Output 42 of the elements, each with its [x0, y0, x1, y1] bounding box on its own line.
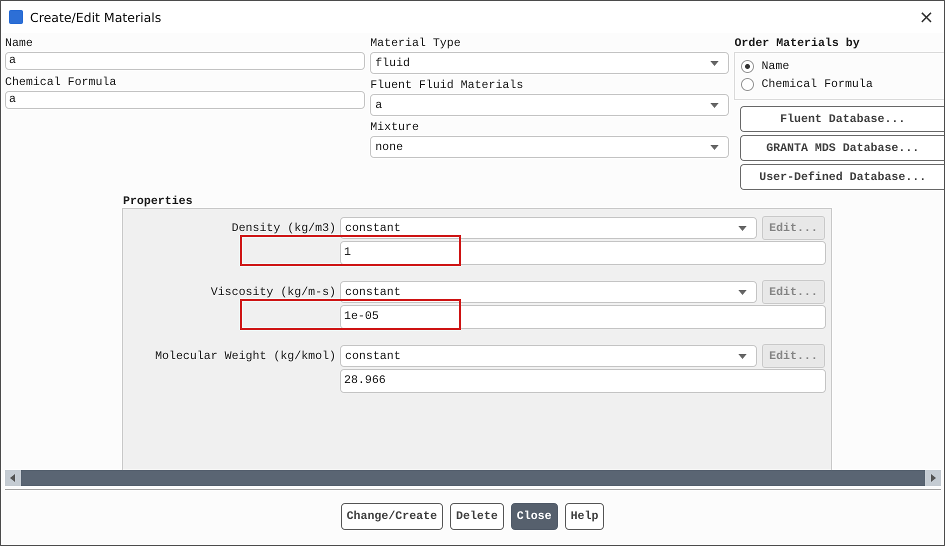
value-field[interactable]: 1e-05: [340, 305, 826, 329]
caret-icon: [738, 354, 747, 358]
property-label: Viscosity (kg/m-s): [210, 286, 336, 298]
value-field[interactable]: 1: [340, 241, 826, 265]
field-label: Name: [5, 37, 34, 51]
dropdown[interactable]: a: [370, 94, 730, 116]
text-field[interactable]: a: [5, 52, 366, 70]
database-button[interactable]: GRANTA MDS Database...: [740, 135, 944, 161]
radio-button[interactable]: [741, 78, 754, 90]
horizontal-scrollbar[interactable]: [5, 470, 941, 486]
dialog-button[interactable]: Help: [564, 503, 604, 530]
dropdown-label: Mixture: [370, 121, 420, 135]
radio-label: Chemical Formula: [761, 78, 873, 90]
radio-label: Name: [761, 60, 790, 72]
window-title: Create/Edit Materials: [30, 10, 162, 24]
dropdown[interactable]: none: [370, 136, 730, 158]
radio-button[interactable]: [741, 60, 754, 72]
dialog-button[interactable]: Delete: [450, 503, 504, 530]
section-title: Properties: [123, 195, 194, 208]
dialog-button[interactable]: Change/Create: [340, 503, 444, 530]
dropdown[interactable]: fluid: [370, 52, 730, 74]
dropdown[interactable]: constant: [340, 345, 757, 367]
field-label: Chemical Formula: [5, 76, 118, 90]
dropdown-label: Fluent Fluid Materials: [370, 79, 524, 93]
caret-icon: [738, 226, 747, 230]
dialog-button[interactable]: Close: [510, 503, 558, 530]
caret-icon: [710, 60, 720, 66]
value-field[interactable]: 28.966: [340, 369, 826, 393]
caret-icon: [710, 102, 720, 108]
dropdown[interactable]: constant: [340, 281, 757, 303]
caret-icon: [710, 144, 720, 150]
database-button[interactable]: User-Defined Database...: [740, 164, 944, 190]
app-icon: [9, 10, 23, 24]
close-button[interactable]: ×: [914, 6, 938, 28]
group-label: Order Materials by: [734, 37, 861, 51]
dropdown-label: Material Type: [370, 37, 462, 51]
caret-icon: [738, 290, 747, 294]
dropdown[interactable]: constant: [340, 217, 757, 239]
property-label: Molecular Weight (kg/kmol): [154, 350, 336, 362]
property-label: Density (kg/m3): [230, 222, 336, 234]
database-button[interactable]: Fluent Database...: [740, 106, 944, 132]
text-field[interactable]: a: [5, 91, 366, 109]
